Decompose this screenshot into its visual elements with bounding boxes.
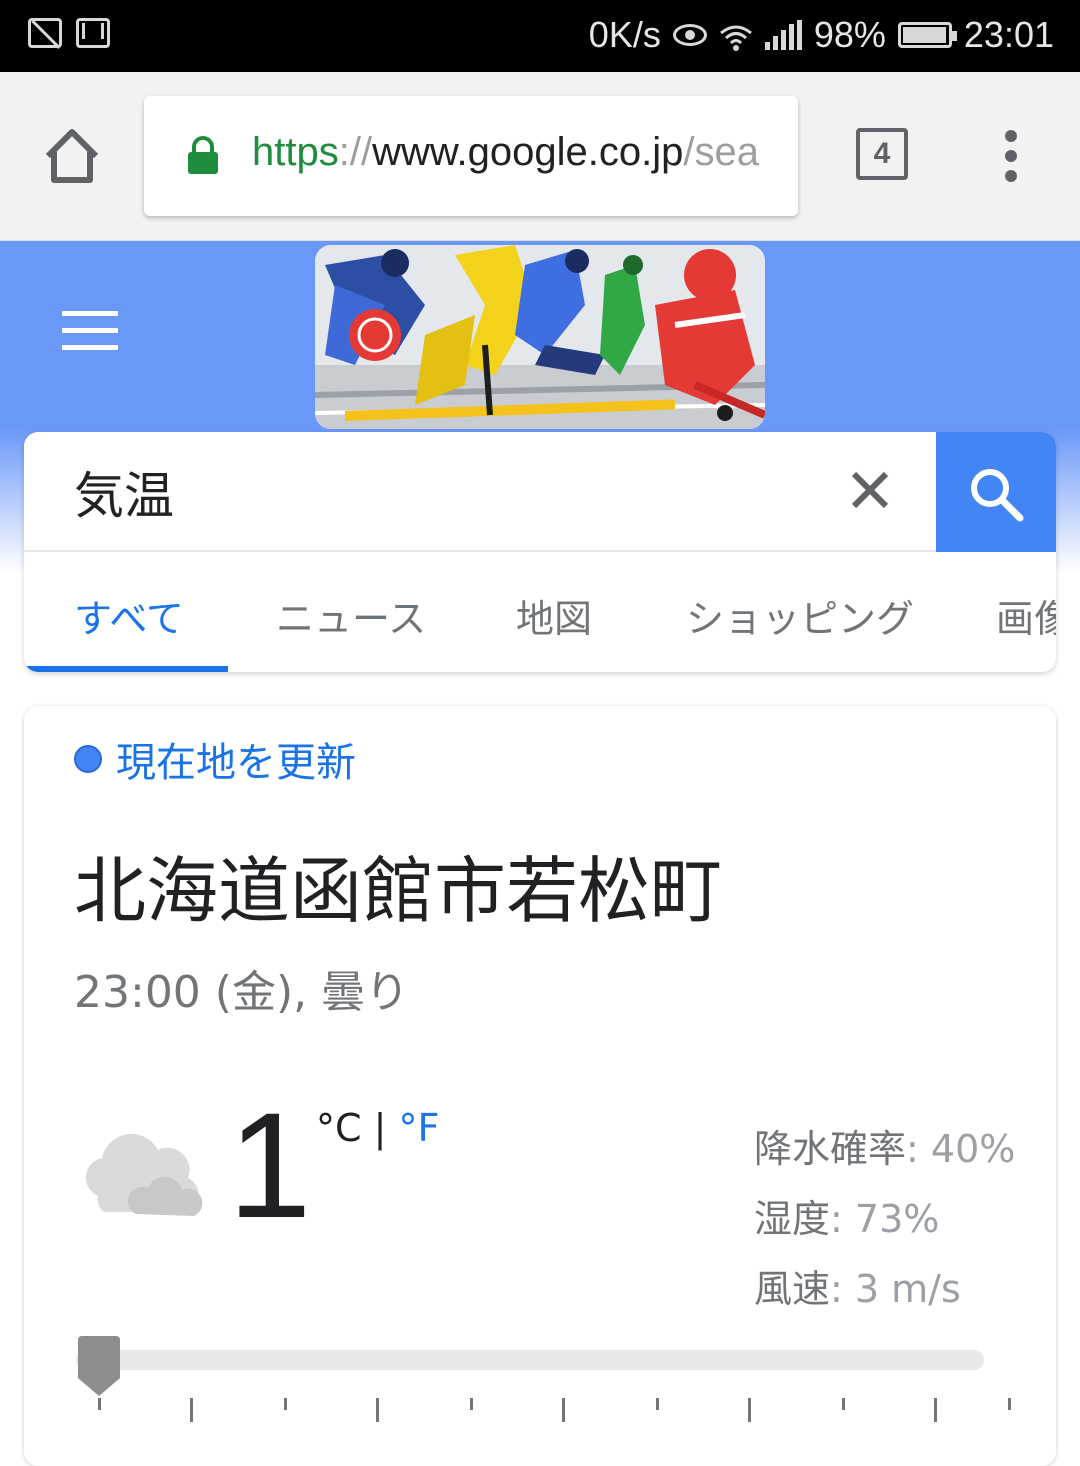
tab-images[interactable]: 画像 [996, 588, 1056, 643]
hourly-slider-track[interactable] [76, 1350, 984, 1370]
net-speed: 0K/s [588, 14, 661, 55]
tab-shopping[interactable]: ショッピング [686, 588, 914, 643]
update-location-link[interactable]: 現在地を更新 [74, 730, 356, 788]
url-text: https://www.google.co.jp/sea [252, 130, 759, 175]
location-dot-icon [74, 745, 102, 773]
home-icon[interactable] [42, 126, 102, 186]
clock: 23:01 [963, 14, 1054, 55]
url-fade [758, 96, 798, 216]
time-condition: 23:00 (金), 曇り [74, 967, 410, 1018]
url-scheme: https [252, 130, 339, 174]
precipitation-value: : 40% [906, 1127, 1016, 1171]
weather-details: 降水確率: 40% 湿度: 73% 風速: 3 m/s [754, 1114, 1015, 1324]
temperature-units: °C | °F [316, 1106, 439, 1150]
cloudy-icon [78, 1126, 208, 1222]
search-input-row: 気温 [24, 432, 1056, 552]
temperature-value: 1 [228, 1081, 312, 1249]
search-icon [971, 469, 1024, 522]
unit-fahrenheit[interactable]: °F [399, 1106, 440, 1150]
search-box: 気温 すべて ニュース 地図 ショッピング 画像 [24, 432, 1056, 672]
close-icon[interactable] [844, 464, 896, 516]
mail-icon [76, 18, 110, 48]
active-tab-indicator [24, 666, 228, 672]
unit-celsius[interactable]: °C [316, 1106, 362, 1150]
hourly-ticks [76, 1398, 1011, 1422]
precipitation-row: 降水確率: 40% [754, 1114, 1015, 1184]
update-location-label: 現在地を更新 [116, 740, 356, 786]
search-tabs: すべて ニュース 地図 ショッピング 画像 [24, 552, 1056, 672]
menu-icon[interactable] [62, 311, 118, 362]
humidity-value: : 73% [830, 1197, 940, 1241]
browser-toolbar: https://www.google.co.jp/sea 4 [0, 72, 1080, 241]
tab-all[interactable]: すべて [74, 588, 184, 643]
url-path: /sea [683, 130, 759, 174]
wind-value: : 3 m/s [830, 1267, 961, 1311]
address-bar[interactable]: https://www.google.co.jp/sea [144, 96, 798, 216]
eye-icon [672, 24, 707, 46]
location-name: 北海道函館市若松町 [74, 849, 723, 933]
precipitation-label: 降水確率 [754, 1127, 907, 1171]
battery-percent: 98% [813, 14, 886, 55]
notification-icons [28, 18, 110, 48]
wind-label: 風速 [754, 1267, 831, 1311]
tab-news[interactable]: ニュース [276, 588, 426, 643]
doodle-image[interactable] [315, 245, 765, 429]
search-input[interactable]: 気温 [74, 456, 174, 528]
tab-count: 4 [873, 137, 891, 170]
url-host: www.google.co.jp [372, 130, 684, 174]
status-bar: 0K/s 98% 23:01 [0, 0, 1080, 72]
wind-row: 風速: 3 m/s [754, 1254, 1015, 1324]
wifi-icon [719, 20, 753, 51]
weather-card: 現在地を更新 北海道函館市若松町 23:00 (金), 曇り 1 °C | °F… [24, 706, 1056, 1466]
signal-icon [764, 20, 802, 50]
search-button[interactable] [936, 432, 1056, 552]
photo-off-icon [28, 18, 62, 48]
url-separator: :// [338, 130, 373, 174]
hourly-slider-thumb[interactable] [74, 1334, 124, 1398]
unit-separator: | [373, 1106, 387, 1150]
tab-maps[interactable]: 地図 [516, 588, 592, 643]
system-icons: 0K/s 98% 23:01 [589, 14, 1054, 56]
humidity-row: 湿度: 73% [754, 1184, 1015, 1254]
more-vert-icon[interactable] [994, 130, 1028, 190]
lock-icon [186, 136, 220, 176]
battery-icon [897, 22, 957, 48]
tabs-icon[interactable]: 4 [856, 128, 908, 180]
humidity-label: 湿度 [754, 1197, 831, 1241]
